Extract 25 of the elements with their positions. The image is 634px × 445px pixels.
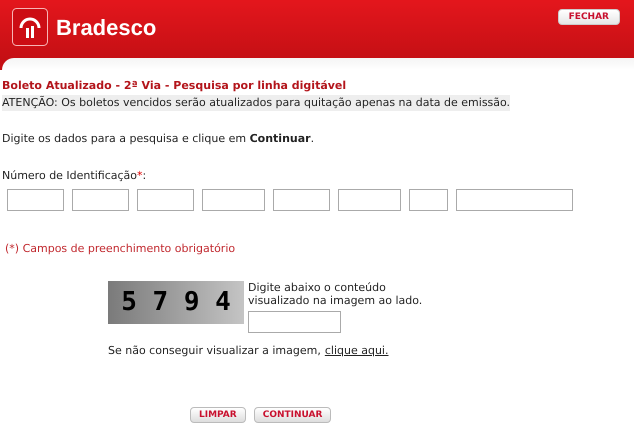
input-field[interactable] [273,189,330,211]
input-field[interactable] [338,189,401,211]
captcha-help-text: Se não conseguir visualizar a imagem, [108,342,321,358]
close-button[interactable]: FECHAR [558,9,620,25]
input-field[interactable] [202,189,265,211]
page-title: Boleto Atualizado - 2ª Via - Pesquisa por linha digitável [2,78,348,94]
input-field[interactable] [456,189,573,211]
form-button[interactable]: CONTINUAR [254,407,332,423]
captcha-image: 5 7 9 4 [108,280,244,324]
input-field[interactable] [72,189,129,211]
captcha-field[interactable] [248,310,341,332]
reload-link[interactable]: clique aqui. [324,342,388,359]
label-colon: : [142,168,146,184]
input-field[interactable] [409,189,448,211]
form-button[interactable]: LIMPAR [190,407,246,423]
input-field[interactable] [137,189,194,211]
logo-icon [12,8,48,46]
required-mark: * [137,168,143,184]
captcha-prompt: Digite abaixo o conteúdo visualizado na imagem ao lado. [248,280,424,306]
field-label: Número de Identificação [2,168,138,184]
required-note: (*) Campos de preenchimento obrigatório [5,241,236,257]
notice-text: ATENÇÃO: Os boletos vencidos serão atualizados para quitação apenas na data de emissão. [2,94,510,111]
input-field[interactable] [7,189,64,211]
logo-text: Bradesco [56,14,156,42]
instruction-text: Digite os dados para a pesquisa e clique em Continuar. [2,131,316,147]
